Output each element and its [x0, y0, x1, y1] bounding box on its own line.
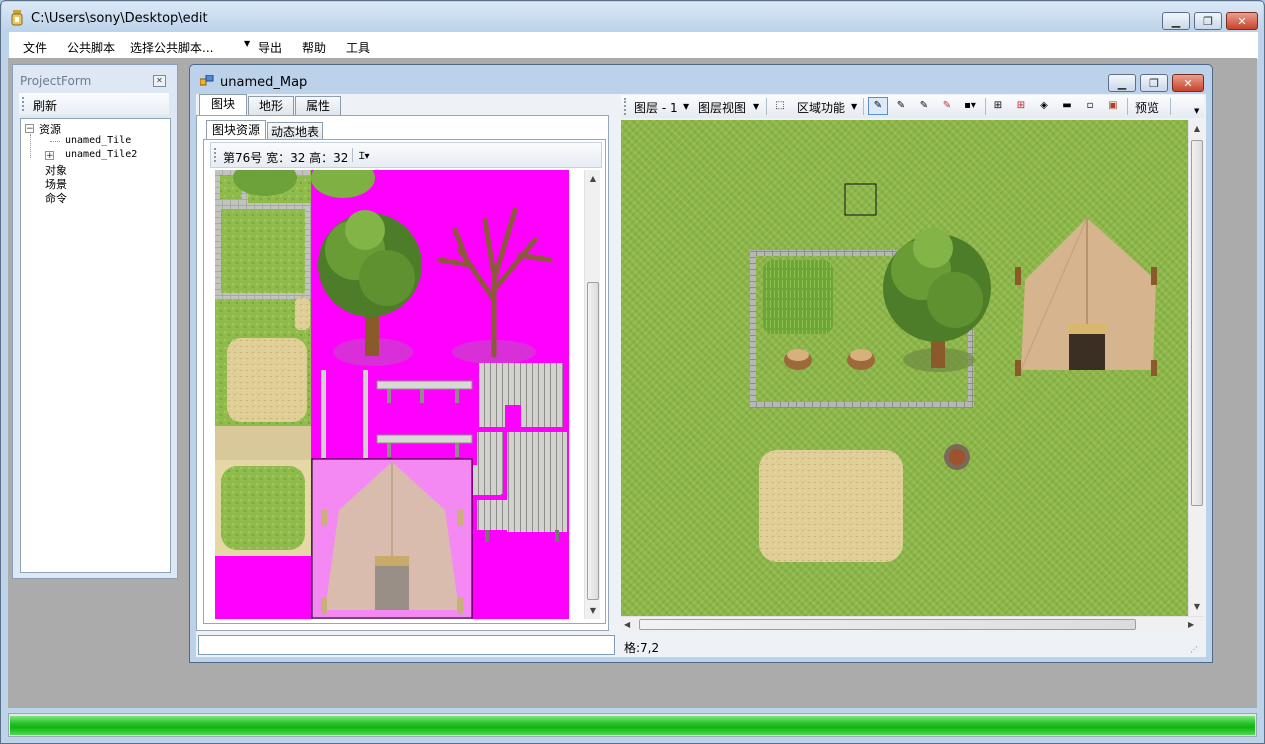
close-icon: ✕ [156, 76, 163, 85]
menu-tools[interactable]: 工具 [346, 39, 370, 56]
script-select[interactable]: 选择公共脚本... ▼ [128, 35, 256, 56]
map-canvas[interactable] [621, 120, 1188, 616]
script-select-value: 选择公共脚本... [130, 41, 214, 55]
separator [863, 98, 864, 115]
expand-icon[interactable]: + [45, 151, 54, 161]
grip-icon [214, 148, 216, 162]
overflow-icon[interactable]: ▼ [1194, 107, 1199, 115]
map-vscrollbar[interactable]: ▲ ▼ [1188, 120, 1204, 616]
grid-red-icon[interactable]: ⊞ [1015, 100, 1027, 112]
progress-fill [10, 716, 1255, 735]
preview-button[interactable]: 预览 [1135, 99, 1159, 116]
scroll-up-icon[interactable]: ▲ [1189, 124, 1205, 133]
menu-file[interactable]: 文件 [23, 39, 47, 56]
layer-dropdown[interactable]: 图层 - 1 [634, 99, 678, 116]
progress-bar [8, 713, 1257, 737]
pencil-tool-icon[interactable]: ✎ [868, 97, 888, 115]
scroll-left-icon[interactable]: ◀ [624, 620, 630, 629]
tree-line [50, 141, 60, 142]
separator [1170, 98, 1171, 115]
menu-help[interactable]: 帮助 [302, 39, 326, 56]
menu-public-script[interactable]: 公共脚本 [67, 39, 115, 56]
small-tool-dropdown-icon[interactable]: ▪▾ [961, 100, 979, 112]
tree-node-tile2[interactable]: unamed_Tile2 [65, 149, 137, 160]
tree-line [30, 134, 31, 158]
separator [352, 148, 353, 162]
grip-icon [22, 97, 25, 111]
project-form-close-button[interactable]: ✕ [153, 75, 166, 87]
minimize-icon: ▁ [1117, 77, 1127, 90]
small-square-icon[interactable]: ▫ [1084, 100, 1096, 112]
command-input[interactable] [198, 635, 615, 655]
coordinate-status: 格:7,2 [624, 641, 660, 655]
select-tool-icon[interactable]: ⬚ [774, 100, 786, 112]
pencil-tool-3-icon[interactable]: ✎ [918, 100, 930, 112]
chevron-down-icon: ▼ [753, 102, 760, 111]
pencil-tool-4-icon[interactable]: ✎ [941, 100, 953, 112]
map-window-icon [199, 74, 214, 87]
restore-icon: ❐ [1203, 15, 1213, 28]
map-hscrollbar[interactable]: ◀ ▶ [621, 616, 1204, 632]
pencil-tool-2-icon[interactable]: ✎ [895, 100, 907, 112]
close-icon: ✕ [1237, 15, 1247, 28]
map-minimize-button[interactable]: ▁ [1108, 74, 1136, 92]
map-toolbar: 图层 - 1 ▼ 图层视图 ▼ ⬚ 区域功能 ▼ ✎ ✎ ✎ ✎ ▪▾ ⊞ ⊞ … [621, 95, 1204, 118]
scroll-down-icon[interactable]: ▼ [1189, 602, 1205, 611]
restore-icon: ❐ [1149, 77, 1159, 90]
tree-node-tile1[interactable]: unamed_Tile [65, 135, 131, 146]
grid-icon[interactable]: ⊞ [992, 100, 1004, 112]
project-toolbar: 刷新 [19, 93, 169, 115]
subtab-tile-resources[interactable]: 图块资源 [206, 120, 266, 140]
scroll-up-icon[interactable]: ▲ [585, 174, 601, 183]
refresh-button[interactable]: 刷新 [33, 97, 57, 114]
tab-properties[interactable]: 属性 [295, 96, 341, 115]
chevron-down-icon: ▼ [851, 102, 858, 111]
project-form-title: ProjectForm [20, 74, 92, 88]
tab-tile[interactable]: 图块 [199, 94, 247, 115]
tile-info: 第76号 宽：32 高：32 [223, 151, 349, 165]
map-restore-button[interactable]: ❐ [1140, 74, 1168, 92]
menu-bar: 文件 公共脚本 选择公共脚本... ▼ 导出 帮助 工具 [9, 32, 1258, 59]
separator [985, 98, 986, 115]
project-form: ProjectForm ✕ 刷新 − 资源 unamed_Tile + unam… [12, 64, 178, 579]
bar-icon[interactable]: ▬ [1061, 100, 1073, 112]
tileset-scrollbar[interactable]: ▲ ▼ [584, 170, 600, 619]
layer-view-dropdown[interactable]: 图层视图 [698, 99, 746, 116]
resize-grip-icon[interactable]: ⋰ [1190, 645, 1198, 654]
tab-terrain[interactable]: 地形 [248, 96, 294, 115]
minimize-button[interactable]: ▁ [1162, 12, 1190, 30]
scroll-thumb[interactable] [587, 282, 599, 600]
map-close-button[interactable]: ✕ [1172, 74, 1204, 92]
tile-mode-dropdown-icon[interactable]: Ɪ▾ [359, 148, 370, 162]
close-button[interactable]: ✕ [1226, 12, 1258, 30]
grip-icon [624, 98, 626, 115]
scroll-thumb[interactable] [1191, 140, 1203, 506]
scroll-right-icon[interactable]: ▶ [1188, 620, 1194, 629]
title-bar: C:\Users\sony\Desktop\edit ▁ ❐ ✕ [2, 2, 1263, 31]
menu-export[interactable]: 导出 [258, 39, 282, 56]
area-function-dropdown[interactable]: 区域功能 [797, 99, 845, 116]
chevron-down-icon: ▼ [683, 102, 690, 111]
close-icon: ✕ [1183, 77, 1193, 90]
tree-node-resources[interactable]: 资源 [39, 121, 61, 137]
collapse-icon[interactable]: − [25, 124, 34, 134]
project-tree: − 资源 unamed_Tile + unamed_Tile2 对象 场景 命令 [20, 118, 171, 573]
minimize-icon: ▁ [1171, 15, 1181, 28]
tileset-image[interactable] [215, 170, 569, 619]
dropdown-arrow-icon: ▼ [244, 39, 251, 48]
diamond-icon[interactable]: ◈ [1038, 100, 1050, 112]
separator [1127, 98, 1128, 115]
scroll-down-icon[interactable]: ▼ [585, 606, 601, 615]
maximize-button[interactable]: ❐ [1194, 12, 1222, 30]
scroll-thumb[interactable] [639, 619, 1136, 630]
map-window-title: unamed_Map [220, 75, 308, 90]
separator [766, 98, 767, 115]
window-title: C:\Users\sony\Desktop\edit [31, 11, 208, 26]
info-box-icon[interactable]: ▣ [1107, 100, 1119, 112]
tile-toolbar: 第76号 宽：32 高：32 Ɪ▾ [210, 142, 602, 168]
tree-node-commands[interactable]: 命令 [45, 190, 67, 206]
app-icon [11, 10, 23, 26]
